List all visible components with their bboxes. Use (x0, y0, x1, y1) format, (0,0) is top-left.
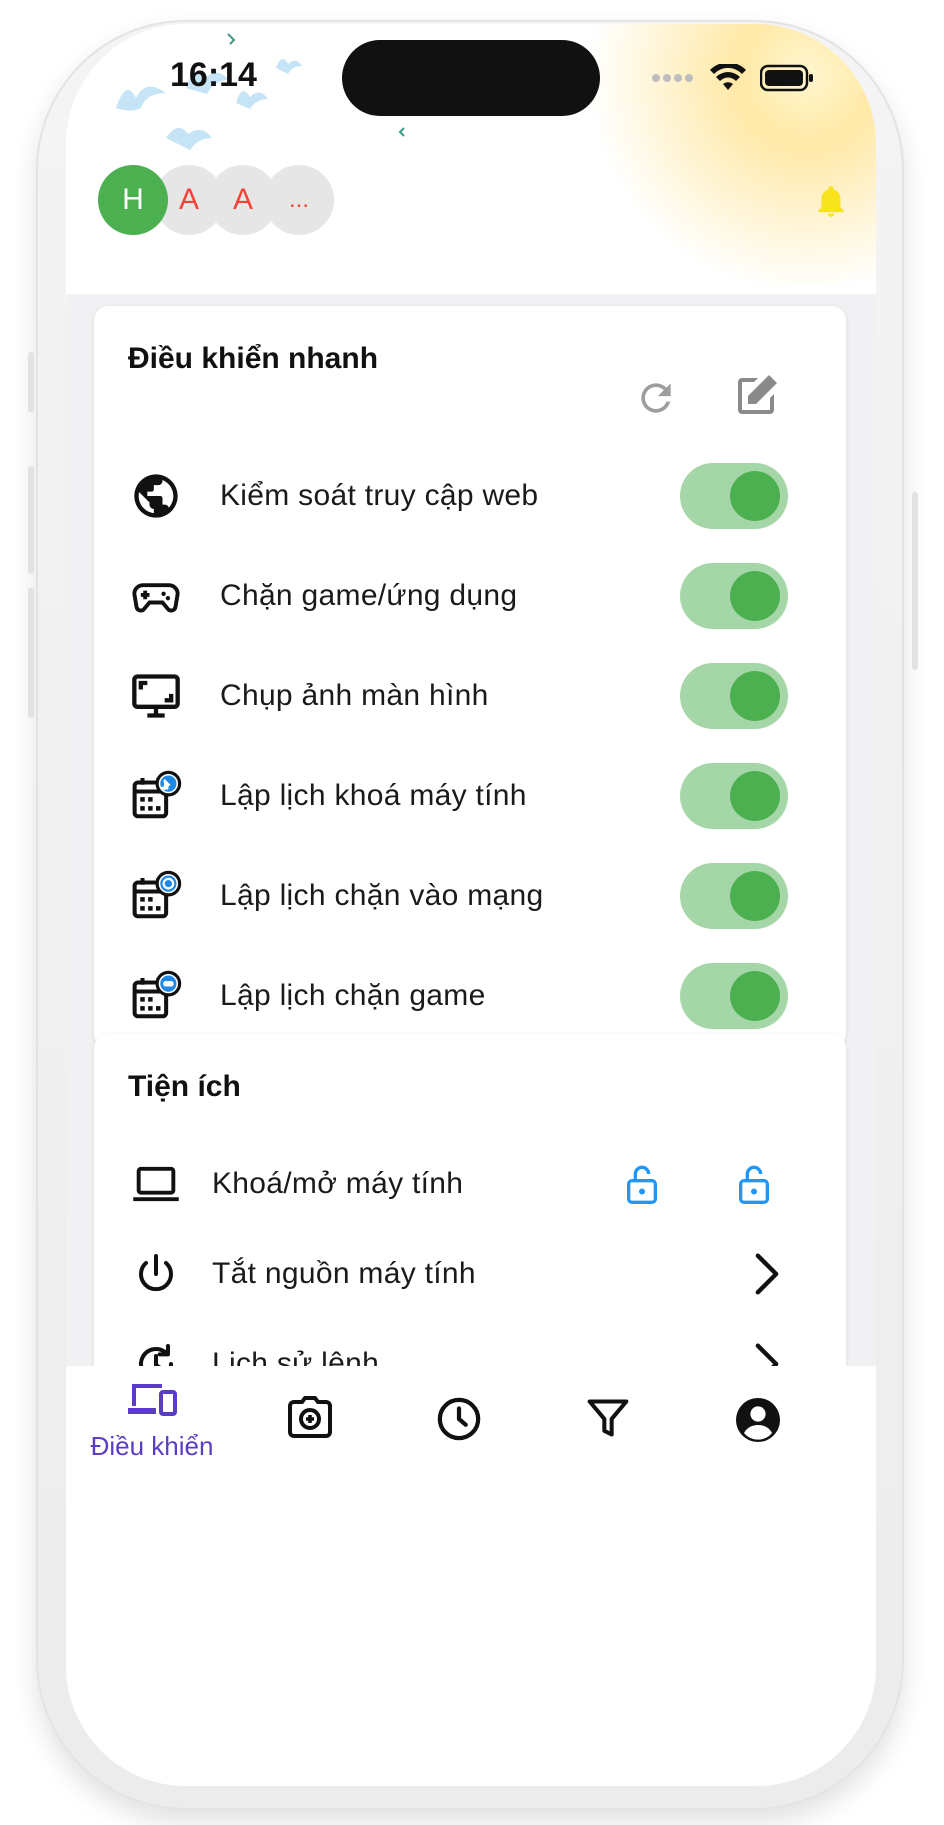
utility-label: Khoá/mở máy tính (212, 1167, 464, 1200)
filter-icon (586, 1396, 630, 1445)
phone-side-button (28, 588, 34, 718)
screenshot-toggle[interactable] (680, 663, 788, 729)
phone-side-button (912, 492, 918, 670)
header-background: 16:14 ... A A H (66, 24, 876, 294)
calendar-web-icon (128, 868, 184, 924)
lock-schedule-toggle[interactable] (680, 763, 788, 829)
toggle-knob (730, 571, 780, 621)
nav-item-history[interactable] (389, 1366, 529, 1476)
edit-icon[interactable] (732, 372, 780, 420)
lock-open-icon[interactable] (734, 1161, 774, 1207)
quick-control-row-lock-schedule: Lập lịch khoá máy tính (94, 746, 846, 846)
devices-icon (126, 1380, 178, 1425)
battery-icon (760, 64, 813, 92)
bell-icon[interactable] (812, 180, 850, 222)
utility-row-power[interactable]: Tắt nguồn máy tính (94, 1224, 846, 1324)
wifi-icon (710, 64, 746, 90)
quick-control-row-screenshot: Chụp ảnh màn hình (94, 646, 846, 746)
quick-control-label: Kiểm soát truy cập web (220, 479, 539, 512)
phone-side-button (28, 352, 34, 412)
quick-control-row-web-schedule: Lập lịch chặn vào mạng (94, 846, 846, 946)
avatar-active[interactable]: H (98, 165, 168, 235)
nav-label: Điều khiển (90, 1431, 214, 1461)
camera-icon (286, 1396, 334, 1445)
toggle-knob (730, 671, 780, 721)
toggle-knob (730, 771, 780, 821)
quick-control-label: Chụp ảnh màn hình (220, 679, 489, 712)
refresh-icon[interactable] (634, 376, 678, 420)
quick-control-label: Chặn game/ứng dụng (220, 579, 518, 612)
quick-controls-card: Điều khiển nhanh Kiểm soát truy cập web … (94, 306, 846, 1048)
toggle-knob (730, 971, 780, 1021)
nav-item-account[interactable] (688, 1366, 828, 1476)
quick-control-row-web: Kiểm soát truy cập web (94, 446, 846, 546)
nav-item-filter[interactable] (538, 1366, 678, 1476)
lock-open-icon[interactable] (622, 1161, 662, 1207)
utilities-title: Tiện ích (128, 1070, 241, 1103)
bottom-nav: Điều khiển (66, 1366, 876, 1786)
calendar-lock-icon (128, 768, 184, 824)
clock-icon (436, 1396, 482, 1447)
status-icons (652, 64, 814, 92)
phone-screen: 16:14 ... A A H Điều khiển nhanh Kiểm so… (66, 24, 876, 1786)
account-icon (734, 1396, 782, 1449)
signal-dots-icon (652, 74, 693, 82)
sun-decoration (576, 24, 876, 284)
gamepad-icon (128, 568, 184, 624)
status-time: 16:14 (170, 56, 257, 94)
globe-icon (128, 468, 184, 524)
quick-control-label: Lập lịch chặn vào mạng (220, 879, 544, 912)
screenshot-stage: 16:14 ... A A H Điều khiển nhanh Kiểm so… (0, 0, 944, 1825)
block-game-toggle[interactable] (680, 563, 788, 629)
calendar-game-icon (128, 968, 184, 1024)
quick-control-label: Lập lịch khoá máy tính (220, 779, 527, 812)
utility-label: Tắt nguồn máy tính (212, 1257, 476, 1290)
dynamic-island (342, 40, 600, 116)
quick-control-row-game: Chặn game/ứng dụng (94, 546, 846, 646)
toggle-knob (730, 471, 780, 521)
chevron-right-icon[interactable] (750, 1252, 784, 1296)
quick-controls-title: Điều khiển nhanh (128, 342, 379, 375)
quick-control-label: Lập lịch chặn game (220, 979, 486, 1012)
power-icon (128, 1246, 184, 1302)
quick-control-row-game-schedule: Lập lịch chặn game (94, 946, 846, 1046)
phone-side-button (28, 466, 34, 574)
web-schedule-toggle[interactable] (680, 863, 788, 929)
utility-row-lock: Khoá/mở máy tính (94, 1134, 846, 1234)
game-schedule-toggle[interactable] (680, 963, 788, 1029)
nav-item-screenshot[interactable] (240, 1366, 380, 1476)
laptop-icon (128, 1156, 184, 1212)
screenshot-monitor-icon (128, 668, 184, 724)
toggle-knob (730, 871, 780, 921)
nav-item-controls[interactable]: Điều khiển (82, 1366, 222, 1476)
web-access-toggle[interactable] (680, 463, 788, 529)
